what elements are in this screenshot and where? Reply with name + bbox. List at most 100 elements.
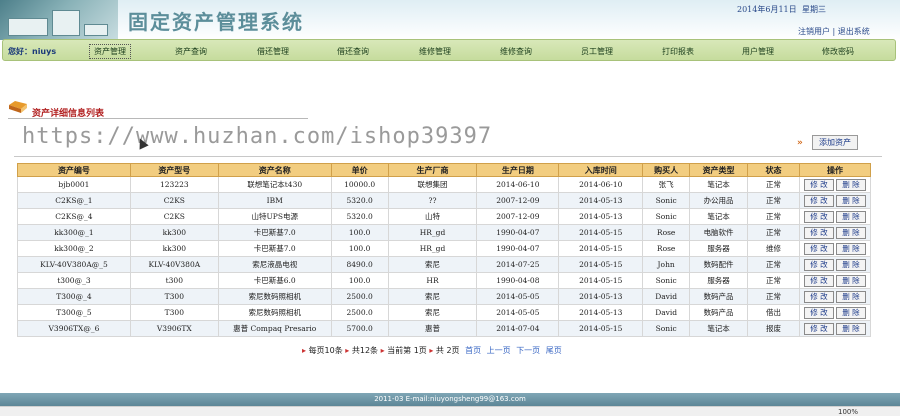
- nav-item-staff-management[interactable]: 员工管理: [581, 46, 613, 57]
- add-asset-button[interactable]: 添加资产: [812, 135, 858, 150]
- next-page-link[interactable]: 下一页: [516, 346, 540, 355]
- delete-button[interactable]: 删 除: [835, 306, 866, 319]
- table-cell: 正常: [747, 288, 800, 305]
- building-shape: [52, 10, 80, 36]
- arrow-right-icon: ▸: [302, 346, 307, 355]
- table-cell: 1990-04-07: [476, 240, 560, 257]
- edit-button[interactable]: 修 改: [803, 178, 834, 191]
- edit-button[interactable]: 修 改: [803, 274, 834, 287]
- edit-button[interactable]: 修 改: [803, 226, 834, 239]
- footer: 2011-03 E-mail:niuyongsheng99@163.com: [0, 393, 900, 406]
- nav-item-change-password[interactable]: 修改密码: [822, 46, 854, 57]
- actions-cell: 修 改删 除: [798, 320, 872, 337]
- actions-cell: 修 改删 除: [798, 272, 872, 289]
- edit-button[interactable]: 修 改: [803, 290, 834, 303]
- weekday: 星期三: [802, 5, 826, 14]
- header: 固定资产管理系统 2014年6月11日 星期三 注销用户 | 退出系统: [0, 0, 900, 40]
- table-cell: 索尼液晶电视: [217, 256, 332, 273]
- table-cell: 张飞: [642, 176, 691, 193]
- zoom-level[interactable]: 100%: [838, 408, 858, 416]
- nav-item-user-management[interactable]: 用户管理: [742, 46, 774, 57]
- logout-user-link[interactable]: 注销用户: [798, 27, 830, 36]
- table-cell: T300@_5: [17, 304, 131, 321]
- logo-image: [0, 0, 118, 40]
- table-cell: t300@_3: [17, 272, 131, 289]
- table-cell: 100.0: [330, 224, 389, 241]
- table-cell: Rose: [642, 224, 691, 241]
- table-cell: 索尼数码照相机: [217, 288, 332, 305]
- table-cell: 2014-05-13: [558, 288, 644, 305]
- arrow-right-icon: ▸: [429, 346, 434, 355]
- table-cell: Rose: [642, 240, 691, 257]
- delete-button[interactable]: 删 除: [835, 258, 866, 271]
- delete-button[interactable]: 删 除: [835, 322, 866, 335]
- first-page-link[interactable]: 首页: [465, 346, 481, 355]
- table-cell: kk300@_2: [17, 240, 131, 257]
- nav-item-borrow-query[interactable]: 借还查询: [337, 46, 369, 57]
- edit-button[interactable]: 修 改: [803, 306, 834, 319]
- table-cell: 电脑软件: [689, 224, 749, 241]
- last-page-link[interactable]: 尾页: [546, 346, 562, 355]
- watermark: https://www.huzhan.com/ishop39397: [22, 124, 493, 149]
- table-cell: C2KS@_1: [17, 192, 131, 209]
- table-cell: 2014-05-15: [558, 256, 644, 273]
- nav-item-asset-management[interactable]: 资产管理: [89, 44, 131, 59]
- prev-page-link[interactable]: 上一页: [487, 346, 511, 355]
- table-cell: 100.0: [330, 240, 389, 257]
- actions-cell: 修 改删 除: [798, 288, 872, 305]
- table-cell: t300: [129, 272, 219, 289]
- delete-button[interactable]: 删 除: [835, 242, 866, 255]
- nav-item-print-report[interactable]: 打印报表: [662, 46, 694, 57]
- table-cell: T300: [129, 288, 219, 305]
- delete-button[interactable]: 删 除: [835, 226, 866, 239]
- table-cell: 卡巴斯基6.0: [217, 272, 332, 289]
- divider: [8, 118, 308, 119]
- greeting: 您好：niuys: [8, 47, 57, 56]
- page: 固定资产管理系统 2014年6月11日 星期三 注销用户 | 退出系统 您好：n…: [0, 0, 900, 416]
- edit-button[interactable]: 修 改: [803, 242, 834, 255]
- table-cell: C2KS: [129, 208, 219, 225]
- arrow-right-icon: ▸: [380, 346, 385, 355]
- table-cell: kk300@_1: [17, 224, 131, 241]
- table-cell: HR: [387, 272, 478, 289]
- edit-button[interactable]: 修 改: [803, 322, 834, 335]
- table-row: kk300@_1 kk300 卡巴斯基7.0 100.0 HR_gd 1990-04-07…: [17, 224, 872, 241]
- column-header: 生产日期: [476, 163, 560, 177]
- actions-cell: 修 改删 除: [798, 224, 872, 241]
- table-cell: 笔记本: [689, 208, 749, 225]
- actions-cell: 修 改删 除: [798, 176, 872, 193]
- nav-item-repair-management[interactable]: 维修管理: [419, 46, 451, 57]
- edit-button[interactable]: 修 改: [803, 258, 834, 271]
- table-cell: 123223: [129, 176, 219, 193]
- exit-system-link[interactable]: 退出系统: [838, 27, 870, 36]
- column-header: 资产名称: [217, 163, 332, 177]
- table-cell: 2500.0: [330, 288, 389, 305]
- delete-button[interactable]: 删 除: [835, 178, 866, 191]
- column-header: 资产编号: [17, 163, 131, 177]
- delete-button[interactable]: 删 除: [835, 210, 866, 223]
- column-header: 单价: [330, 163, 389, 177]
- delete-button[interactable]: 删 除: [835, 290, 866, 303]
- table-cell: 数码产品: [689, 304, 749, 321]
- table-cell: Sonic: [642, 272, 691, 289]
- nav-item-repair-query[interactable]: 维修查询: [500, 46, 532, 57]
- delete-button[interactable]: 删 除: [835, 194, 866, 207]
- edit-button[interactable]: 修 改: [803, 194, 834, 207]
- table-cell: kk300: [129, 224, 219, 241]
- column-header: 资产类型: [689, 163, 749, 177]
- asset-table: 资产编号 资产型号 资产名称 单价 生产厂商 生产日期 入库时间 购买人 资产类型 状态 操作 bj…: [17, 163, 872, 337]
- nav-item-borrow-management[interactable]: 借还管理: [257, 46, 289, 57]
- table-cell: 正常: [747, 224, 800, 241]
- total-text: 共12条: [351, 346, 379, 355]
- table-header-row: 资产编号 资产型号 资产名称 单价 生产厂商 生产日期 入库时间 购买人 资产类型 状态 操作: [17, 163, 872, 177]
- table-cell: ??: [387, 192, 478, 209]
- table-cell: KLV-40V380A: [129, 256, 219, 273]
- table-cell: John: [642, 256, 691, 273]
- table-cell: 数码配件: [689, 256, 749, 273]
- edit-button[interactable]: 修 改: [803, 210, 834, 223]
- table-cell: 惠普: [387, 320, 478, 337]
- nav-item-asset-query[interactable]: 资产查询: [175, 46, 207, 57]
- table-cell: 2014-07-04: [476, 320, 560, 337]
- delete-button[interactable]: 删 除: [835, 274, 866, 287]
- table-cell: V3906TX@_6: [17, 320, 131, 337]
